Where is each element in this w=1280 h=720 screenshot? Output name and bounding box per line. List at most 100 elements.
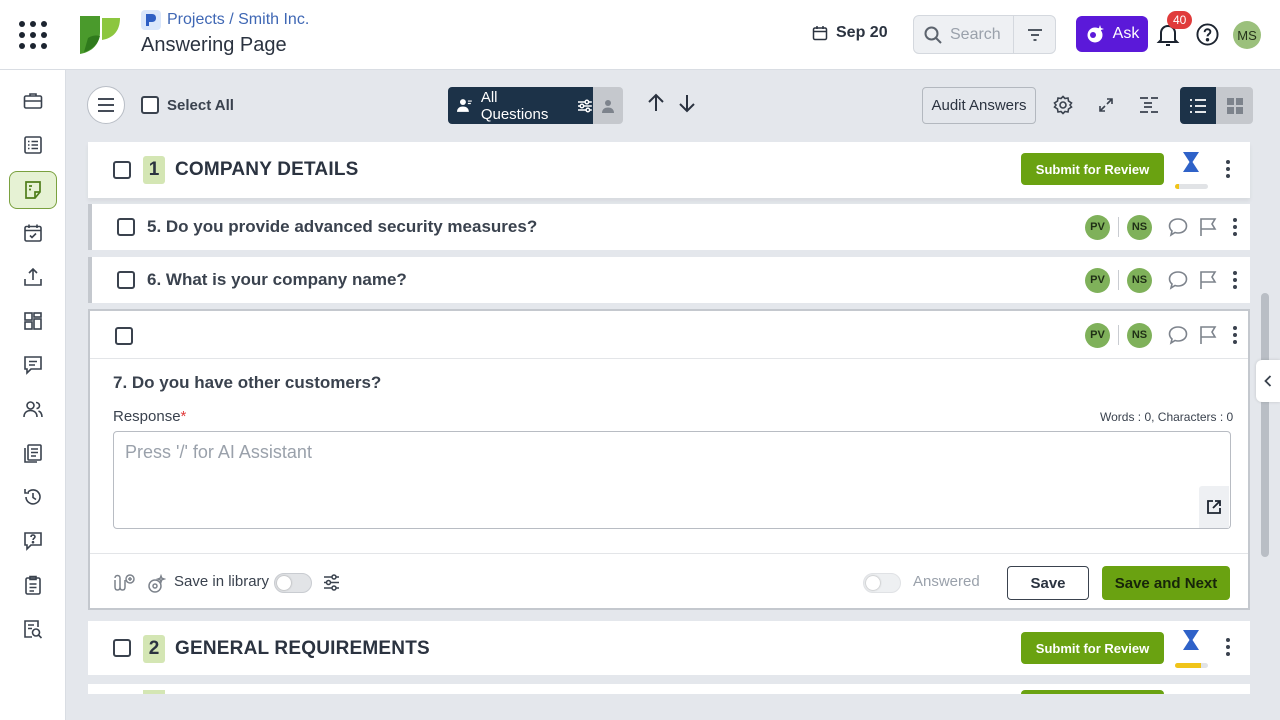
answered-toggle[interactable] <box>863 573 901 593</box>
app-grid-icon[interactable] <box>19 21 47 49</box>
briefcase-icon <box>23 93 43 109</box>
collapse-all-button[interactable] <box>1137 93 1161 117</box>
sidebar-item-search-docs[interactable] <box>9 610 57 648</box>
filter-button[interactable] <box>1014 16 1055 53</box>
assignee-avatar[interactable]: PV <box>1085 214 1110 240</box>
users-icon <box>23 401 43 418</box>
comment-icon[interactable] <box>1168 325 1188 345</box>
grid-view-button[interactable] <box>1216 87 1253 124</box>
audit-answers-button[interactable]: Audit Answers <box>922 87 1036 124</box>
assignee-avatar[interactable]: PV <box>1085 322 1110 348</box>
list-view-button[interactable] <box>1180 87 1216 124</box>
sidebar-item-history[interactable] <box>9 478 57 516</box>
my-questions-button[interactable] <box>593 87 623 124</box>
more-options-icon[interactable] <box>1232 217 1238 237</box>
question-checkbox[interactable] <box>117 218 135 236</box>
user-avatar[interactable]: MS <box>1233 21 1261 49</box>
ask-ai-button[interactable]: Ask <box>1076 16 1148 52</box>
search-input[interactable] <box>950 25 1012 44</box>
assignee-avatar[interactable]: PV <box>1085 267 1110 293</box>
all-questions-button[interactable]: All Questions <box>448 87 593 124</box>
sidebar-item-projects[interactable] <box>9 82 57 120</box>
more-options-icon[interactable] <box>1225 637 1231 657</box>
arrow-down-icon[interactable] <box>676 92 698 114</box>
sidebar-item-chat[interactable] <box>9 346 57 384</box>
clipboard-icon <box>25 575 41 595</box>
attachment-add-icon[interactable] <box>111 574 135 592</box>
more-options-icon[interactable] <box>1225 159 1231 179</box>
flag-icon[interactable] <box>1198 217 1218 237</box>
submit-for-review-button[interactable]: Submit for Review <box>1021 632 1164 664</box>
hourglass-icon[interactable] <box>1182 151 1200 173</box>
hourglass-icon[interactable] <box>1182 629 1200 651</box>
chat-icon <box>24 356 42 375</box>
more-options-icon[interactable] <box>1232 270 1238 290</box>
submit-for-review-button[interactable]: Submit for Review <box>1021 153 1164 185</box>
section-progress-bar <box>1175 184 1208 189</box>
question-row[interactable]: 6. What is your company name? PV NS <box>88 257 1250 303</box>
sidebar-item-users[interactable] <box>9 390 57 428</box>
left-sidebar <box>0 70 66 720</box>
filter-icon <box>1027 28 1042 41</box>
row-actions: PV NS <box>1085 267 1238 293</box>
section-checkbox[interactable] <box>113 639 131 657</box>
response-label: Response* <box>113 408 186 425</box>
question-title[interactable]: 6. What is your company name? <box>147 270 407 290</box>
question-chat-icon <box>24 532 42 551</box>
sidebar-item-list[interactable] <box>9 126 57 164</box>
page-title: Answering Page <box>141 34 287 56</box>
help-icon[interactable] <box>1196 23 1219 46</box>
sidebar-item-upload[interactable] <box>9 258 57 296</box>
scrollbar-thumb[interactable] <box>1261 293 1269 557</box>
question-row[interactable]: 5. Do you provide advanced security meas… <box>88 204 1250 250</box>
reviewer-avatar[interactable]: NS <box>1127 267 1152 293</box>
breadcrumb-text[interactable]: Projects / Smith Inc. <box>167 11 309 29</box>
question-checkbox[interactable] <box>117 271 135 289</box>
section-number: 1 <box>143 156 165 184</box>
library-settings-icon[interactable] <box>323 574 340 591</box>
company-logo <box>80 16 120 54</box>
sidebar-item-dashboard[interactable] <box>9 302 57 340</box>
section-checkbox[interactable] <box>113 161 131 179</box>
save-in-library-toggle[interactable] <box>274 573 312 593</box>
comment-icon[interactable] <box>1168 270 1188 290</box>
sidebar-item-clipboard[interactable] <box>9 566 57 604</box>
arrow-up-icon[interactable] <box>645 92 667 114</box>
flag-icon[interactable] <box>1198 325 1218 345</box>
calendar-icon <box>812 26 828 41</box>
breadcrumb[interactable]: Projects / Smith Inc. <box>141 10 309 30</box>
sidebar-item-questions[interactable] <box>9 522 57 560</box>
select-all-checkbox[interactable] <box>141 96 159 114</box>
comment-icon[interactable] <box>1168 217 1188 237</box>
question-checkbox[interactable] <box>115 327 133 345</box>
response-textarea[interactable] <box>114 432 1230 528</box>
sidebar-item-answering[interactable] <box>9 171 57 209</box>
reviewer-avatar[interactable]: NS <box>1127 214 1152 240</box>
select-all[interactable]: Select All <box>141 96 234 114</box>
reviewer-avatar[interactable]: NS <box>1127 322 1152 348</box>
list-view-icon <box>1190 98 1206 113</box>
response-editor <box>113 431 1231 529</box>
open-editor-button[interactable] <box>1199 486 1229 528</box>
row-actions: PV NS <box>1085 322 1238 348</box>
question-title[interactable]: 5. Do you provide advanced security meas… <box>147 217 537 237</box>
settings-button[interactable] <box>1051 93 1075 117</box>
all-questions-label: All Questions <box>480 88 549 123</box>
expand-button[interactable] <box>1094 93 1118 117</box>
more-options-icon[interactable] <box>1232 325 1238 345</box>
flag-icon[interactable] <box>1198 270 1218 290</box>
side-panel-toggle[interactable] <box>1256 360 1280 402</box>
ask-label: Ask <box>1112 25 1140 42</box>
sidebar-item-calendar[interactable] <box>9 214 57 252</box>
history-icon <box>24 489 41 505</box>
save-button[interactable]: Save <box>1007 566 1089 600</box>
menu-toggle-button[interactable] <box>87 86 125 124</box>
due-date[interactable]: Sep 20 <box>812 24 888 42</box>
ai-tag-icon[interactable] <box>146 574 166 594</box>
view-toggle <box>1180 87 1253 124</box>
chevron-left-icon <box>1264 375 1272 387</box>
active-question-footer: Save in library Answered Save Save and N… <box>90 553 1248 610</box>
sidebar-item-documents[interactable] <box>9 434 57 472</box>
calendar-check-icon <box>24 224 42 242</box>
save-and-next-button[interactable]: Save and Next <box>1102 566 1230 600</box>
